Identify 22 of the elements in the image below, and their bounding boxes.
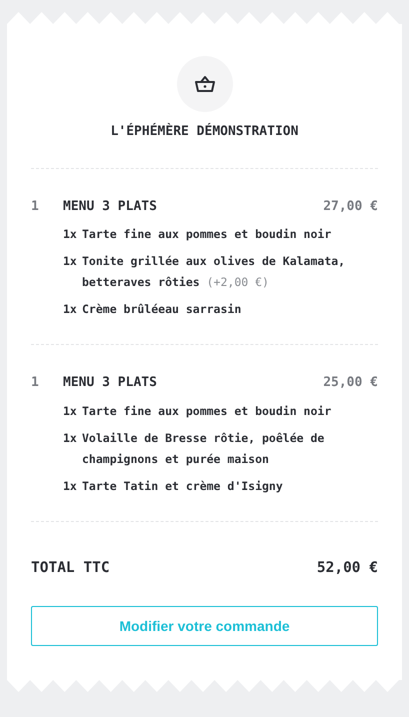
line-price: 25,00 €	[323, 374, 378, 392]
line-quantity: 1	[31, 198, 40, 216]
dish-quantity: 1x	[63, 301, 78, 318]
dish-quantity: 1x	[63, 226, 78, 243]
line-quantity: 1	[31, 374, 40, 392]
restaurant-name: L'ÉPHÉMÈRE DÉMONSTRATION	[110, 122, 300, 141]
dish-name: Tarte fine aux pommes et boudin noir	[81, 226, 332, 243]
dish-name: Tarte fine aux pommes et boudin noir	[81, 402, 332, 420]
total-amount: 52,00 €	[316, 558, 378, 578]
dish-quantity: 1x	[63, 402, 78, 420]
dish-quantity: 1x	[63, 430, 78, 446]
dish-name: Crème brûléeau sarrasin	[81, 301, 242, 318]
dish-quantity: 1x	[63, 253, 78, 270]
menu-name: MENU 3 PLATS	[63, 198, 158, 216]
dish-quantity: 1x	[63, 478, 78, 494]
line-price: 27,00 €	[323, 198, 378, 216]
total-label: TOTAL TTC	[31, 558, 110, 578]
modify-order-button[interactable]: Modifier votre commande	[31, 606, 378, 646]
dish-name: Tonite grillée aux olives de Kalamata, betteraves rôties (+2,00 €)	[81, 253, 346, 291]
menu-name: MENU 3 PLATS	[63, 374, 158, 392]
dish-name: Tarte Tatin et crème d'Isigny	[81, 478, 283, 494]
dish-name: Volaille de Bresse rôtie, poêlée de champignons et purée maison	[81, 430, 326, 468]
